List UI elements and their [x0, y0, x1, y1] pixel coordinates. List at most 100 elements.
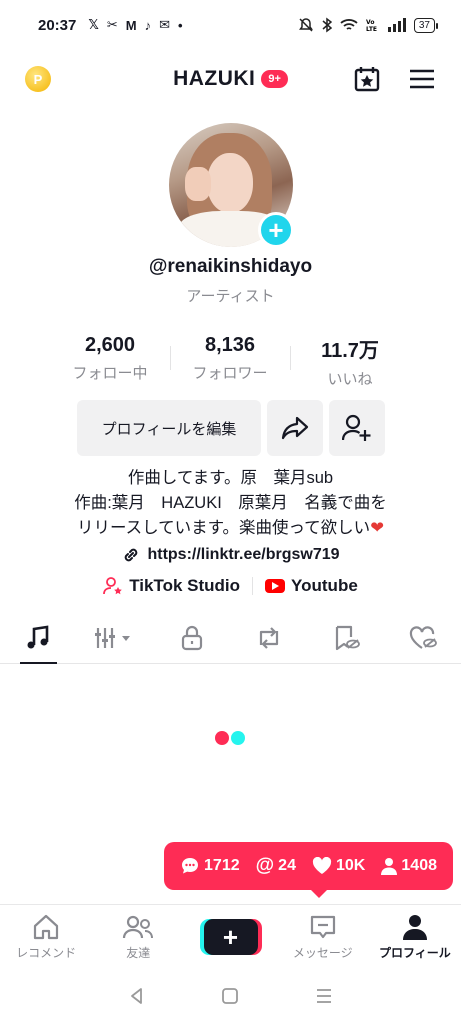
nav-friends[interactable]: 友達 [92, 905, 184, 970]
friends-icon [123, 915, 154, 939]
repost-icon [259, 626, 278, 649]
profile-bio: 作曲してます。原 葉月sub 作曲:葉月 HAZUKI 原葉月 名義で曲を リリ… [0, 466, 461, 541]
grid-filter-icon [95, 627, 131, 648]
bio-line-1: 作曲してます。原 葉月sub [127, 469, 334, 487]
tab-favorites[interactable] [307, 612, 384, 663]
svg-text:Vo: Vo [366, 19, 374, 26]
youtube-link[interactable]: Youtube [265, 576, 358, 596]
comments-count: 1712 [204, 857, 240, 874]
bookmark-hidden-icon [335, 625, 360, 650]
profile-stats: 2,600 フォロー中 8,136 フォロワー 11.7万 いいね [50, 334, 410, 388]
bio-line-2: 作曲:葉月 HAZUKI 原葉月 名義で曲を [74, 494, 387, 512]
likes-popup-stat: 10K [312, 857, 365, 875]
svg-text:LTE: LTE [366, 26, 377, 32]
home-icon [33, 914, 59, 940]
create-button[interactable]: + [203, 919, 258, 955]
heart-hidden-icon [409, 625, 437, 649]
share-icon [281, 416, 309, 440]
tab-reposts[interactable] [230, 612, 307, 663]
gmail-icon: M [125, 17, 137, 33]
followers-label: フォロワー [192, 365, 268, 382]
profile-link[interactable]: https://linktr.ee/brgsw719 [0, 545, 461, 565]
content-tabs [0, 612, 461, 664]
add-user-icon [342, 414, 371, 441]
followers-count: 8,136 [204, 334, 256, 356]
following-label: フォロー中 [72, 365, 148, 382]
bottom-nav: レコメンド 友達 + メッセージ プロフィール [0, 904, 461, 970]
header-title: HAZUKI [173, 67, 256, 90]
creator-icon [103, 577, 123, 595]
youtube-icon [265, 579, 286, 593]
volte-icon: VoLTE [366, 19, 377, 32]
profile-icon [402, 915, 427, 940]
following-stat[interactable]: 2,600 フォロー中 [50, 334, 170, 386]
loading-indicator [215, 731, 245, 745]
menu-icon[interactable] [409, 68, 435, 90]
mention-icon: @ [255, 855, 275, 876]
profile-tags: TikTok Studio Youtube [0, 576, 461, 596]
youtube-label: Youtube [291, 576, 358, 595]
home-button-icon[interactable] [221, 987, 239, 1005]
activity-popup[interactable]: 1712 @ 24 10K 1408 [164, 842, 453, 898]
more-dot-icon: • [178, 17, 183, 33]
person-icon [381, 858, 398, 875]
nav-friends-label: 友達 [126, 946, 151, 960]
nav-profile-label: プロフィール [379, 946, 451, 960]
profile-actions: プロフィールを編集 [77, 400, 385, 456]
signal-icon [387, 18, 406, 32]
nav-messages-label: メッセージ [292, 946, 353, 960]
following-count: 2,600 [84, 334, 136, 356]
add-avatar-button[interactable]: + [258, 212, 294, 248]
heart-emoji: ❤ [370, 519, 385, 537]
bio-line-3: リリースしています。楽曲使って欲しい [76, 519, 371, 537]
likes-count: 11.7万 [321, 340, 379, 362]
comments-stat: 1712 [180, 856, 240, 876]
nav-profile[interactable]: プロフィール [369, 905, 461, 970]
lock-icon [181, 625, 203, 650]
profile-category: アーティスト [186, 288, 275, 305]
mentions-stat: @ 24 [256, 855, 296, 877]
tiktok-icon: ♪ [144, 17, 152, 33]
battery-icon: 37 [413, 17, 439, 33]
mail-icon: ✉ [159, 17, 171, 32]
tiktok-studio-label: TikTok Studio [129, 576, 241, 595]
followers-stat[interactable]: 8,136 フォロワー [170, 334, 290, 386]
comment-icon [182, 858, 199, 874]
username: @renaikinshidayo [148, 256, 313, 277]
account-switcher[interactable]: HAZUKI 9+ [0, 67, 461, 91]
nav-home[interactable]: レコメンド [0, 905, 92, 970]
system-nav-bar [0, 976, 461, 1016]
music-note-icon [27, 624, 49, 648]
tab-music[interactable] [0, 612, 77, 664]
tab-private[interactable] [154, 612, 231, 663]
profile-header: P HAZUKI 9+ [0, 55, 461, 105]
heart-icon [312, 857, 332, 874]
add-friend-button[interactable] [329, 400, 385, 456]
link-icon [125, 548, 138, 562]
wifi-icon [340, 19, 358, 30]
nav-create[interactable]: + [184, 905, 276, 970]
likes-label: いいね [327, 371, 373, 388]
notification-badge: 9+ [261, 70, 288, 88]
tiktok-studio-link[interactable]: TikTok Studio [103, 576, 240, 596]
tab-grid-filter[interactable] [77, 612, 154, 663]
message-icon [310, 915, 335, 939]
nav-home-label: レコメンド [16, 946, 77, 960]
calendar-star-icon[interactable] [353, 65, 381, 93]
profile-link-text: https://linktr.ee/brgsw719 [147, 546, 340, 563]
followers-popup-stat: 1408 [381, 857, 437, 875]
status-bar: 20:37 𝕏 ✂ M ♪ ✉ • Vo LTE 37 [0, 0, 461, 50]
nav-messages[interactable]: メッセージ [277, 905, 369, 970]
likes-stat[interactable]: 11.7万 いいね [290, 334, 410, 388]
status-time: 20:37 [38, 16, 77, 34]
tab-liked[interactable] [384, 612, 461, 663]
bluetooth-icon [322, 17, 332, 33]
edit-profile-button[interactable]: プロフィールを編集 [77, 400, 261, 456]
mentions-count: 24 [278, 857, 296, 874]
capcut-icon: ✂ [106, 17, 118, 32]
followers-popup-count: 1408 [401, 857, 437, 874]
share-profile-button[interactable] [267, 400, 323, 456]
recents-icon[interactable] [315, 987, 333, 1005]
back-icon[interactable] [128, 987, 146, 1005]
x-app-icon: 𝕏 [88, 17, 99, 32]
